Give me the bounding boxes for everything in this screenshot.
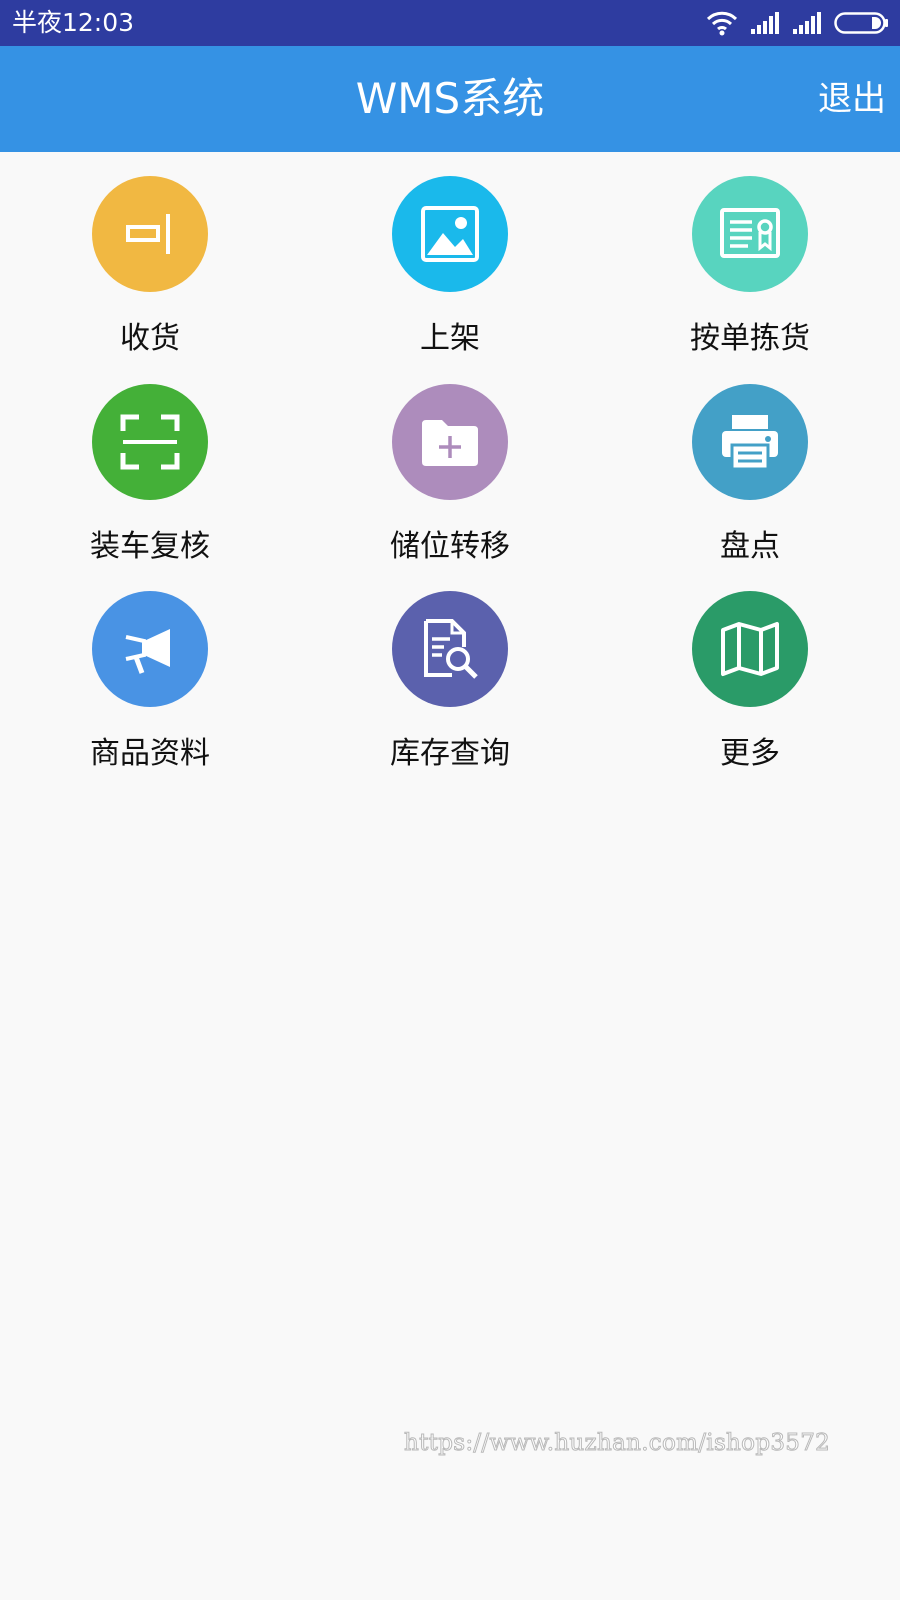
- menu-item-label: 更多: [720, 736, 780, 771]
- menu-item-label: 储位转移: [390, 529, 510, 564]
- megaphone-icon: [92, 591, 208, 707]
- menu-item-product-info[interactable]: 商品资料: [0, 567, 300, 771]
- scan-icon: [92, 384, 208, 500]
- menu-item-label: 商品资料: [90, 736, 210, 771]
- app-header: WMS系统 退出: [0, 46, 900, 152]
- page-title: WMS系统: [355, 74, 545, 123]
- receive-icon: [92, 176, 208, 292]
- status-icons: [706, 9, 890, 37]
- signal-icon: [792, 11, 822, 35]
- menu-item-label: 收货: [120, 321, 180, 356]
- image-icon: [392, 176, 508, 292]
- watermark: https://www.huzhan.com/ishop3572: [403, 1430, 831, 1457]
- wifi-icon: [706, 10, 738, 36]
- certificate-icon: [692, 176, 808, 292]
- printer-icon: [692, 384, 808, 500]
- menu-item-load-check[interactable]: 装车复核: [0, 360, 300, 564]
- menu-item-label: 按单拣货: [690, 321, 810, 356]
- folder-add-icon: [392, 384, 508, 500]
- menu-item-label: 上架: [420, 321, 480, 356]
- battery-icon: [834, 11, 890, 35]
- menu-item-pick-by-order[interactable]: 按单拣货: [600, 152, 900, 356]
- logout-button[interactable]: 退出: [818, 76, 886, 122]
- menu-item-location-transfer[interactable]: 储位转移: [300, 360, 600, 564]
- status-bar: 半夜12:03: [0, 0, 900, 46]
- menu-item-shelve[interactable]: 上架: [300, 152, 600, 356]
- menu-item-label: 库存查询: [390, 736, 510, 771]
- menu-item-more[interactable]: 更多: [600, 567, 900, 771]
- status-time: 半夜12:03: [12, 8, 135, 37]
- menu-item-inventory-count[interactable]: 盘点: [600, 360, 900, 564]
- menu-item-label: 装车复核: [90, 529, 210, 564]
- menu-item-stock-query[interactable]: 库存查询: [300, 567, 600, 771]
- map-icon: [692, 591, 808, 707]
- menu-item-label: 盘点: [720, 529, 780, 564]
- document-search-icon: [392, 591, 508, 707]
- signal-icon: [750, 11, 780, 35]
- menu-item-receive[interactable]: 收货: [0, 152, 300, 356]
